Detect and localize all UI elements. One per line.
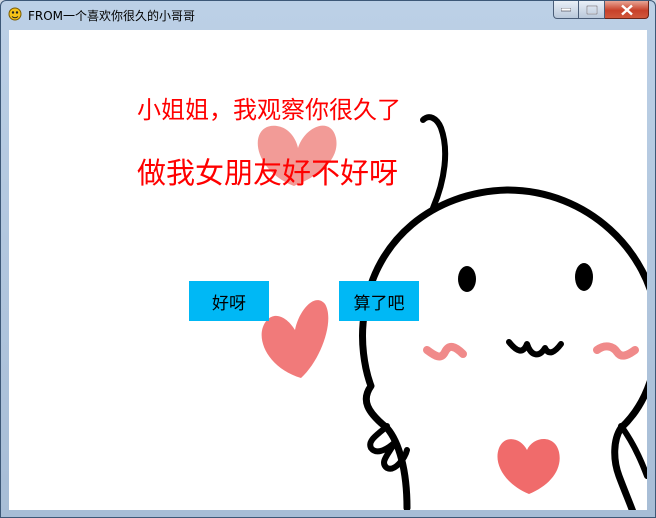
yes-button[interactable]: 好呀	[189, 281, 269, 321]
title-bar[interactable]: FROM一个喜欢你很久的小哥哥	[1, 1, 655, 29]
character-left-eye	[458, 266, 476, 292]
minimize-icon	[561, 7, 571, 11]
window-controls	[553, 1, 649, 20]
character-right-arm	[618, 423, 647, 479]
maximize-icon	[586, 5, 597, 14]
minimize-button[interactable]	[553, 1, 579, 19]
character-antenna	[420, 114, 449, 211]
window-title: FROM一个喜欢你很久的小哥哥	[28, 9, 196, 23]
close-button[interactable]	[605, 1, 649, 19]
character-right-eye	[575, 263, 593, 291]
maximize-button[interactable]	[579, 1, 605, 19]
canvas-area: 小姐姐，我观察你很久了 做我女朋友好不好呀 好呀 算了吧	[9, 30, 647, 510]
heading-line-2: 做我女朋友好不好呀	[137, 156, 399, 190]
pygame-snake-icon	[7, 6, 23, 22]
heading-line-1: 小姐姐，我观察你很久了	[137, 96, 401, 124]
app-window: FROM一个喜欢你很久的小哥哥 小姐姐，我观察你很久了 做我女朋友好不好呀 好呀…	[0, 0, 656, 518]
close-icon	[620, 4, 633, 15]
no-button[interactable]: 算了吧	[339, 281, 419, 321]
heart-left	[261, 300, 329, 378]
